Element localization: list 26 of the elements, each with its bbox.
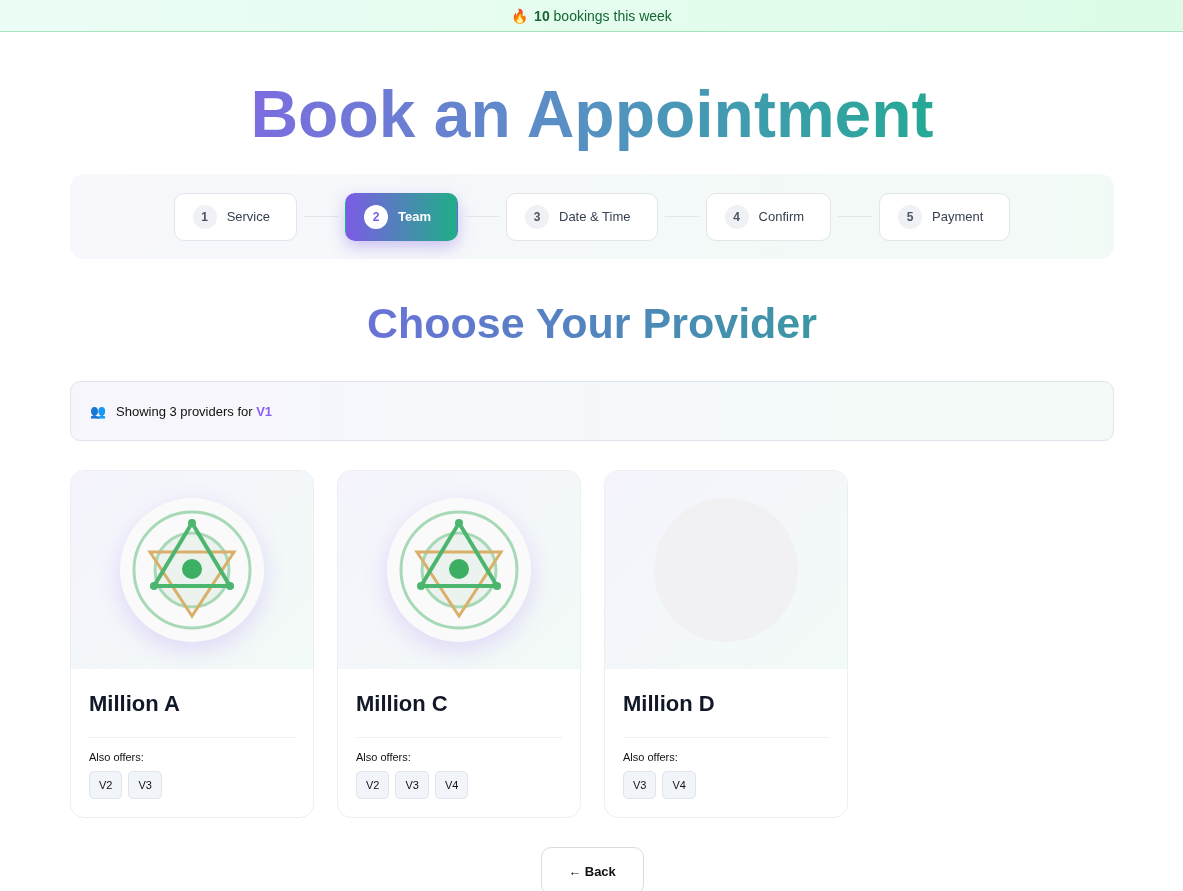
back-button[interactable]: ← Back — [540, 847, 644, 891]
service-tag: V4 — [434, 771, 469, 799]
offers-label: Also offers: — [356, 751, 412, 763]
step-tab[interactable]: 5 Payment — [879, 192, 1011, 241]
offers-label: Also offers: — [89, 751, 145, 763]
offers-label: Also offers: — [623, 751, 679, 763]
bookings-text: 10 bookings this week — [534, 7, 672, 24]
step-tab[interactable]: 1 Service — [173, 192, 297, 241]
service-tag: V4 — [662, 771, 696, 799]
provider-name: Million A — [89, 690, 181, 718]
step-tab[interactable]: 3 Date & Time — [506, 192, 658, 241]
info-text: Showing 3 providers for V1 — [116, 403, 273, 419]
step-tab[interactable]: 4 Confirm — [705, 192, 832, 241]
provider-card[interactable]: Million C Also offers: V2 V3 V4 — [337, 470, 581, 818]
service-tag: V2 — [89, 771, 123, 799]
service-tag: V2 — [356, 771, 390, 799]
service-tag: V3 — [128, 771, 162, 799]
service-tag: V3 — [623, 771, 657, 799]
provider-card[interactable]: Million A Also offers: V2 V3 — [70, 470, 314, 818]
provider-name: Million D — [623, 690, 716, 718]
provider-card[interactable]: Million D Also offers: V3 V4 — [604, 470, 848, 818]
fire-icon: 🔥 — [511, 7, 529, 24]
provider-name: Million C — [356, 690, 449, 718]
step-tab[interactable]: 2 Team — [345, 192, 458, 241]
service-tag: V3 — [395, 771, 429, 799]
people-icon: 👥 — [90, 403, 106, 419]
